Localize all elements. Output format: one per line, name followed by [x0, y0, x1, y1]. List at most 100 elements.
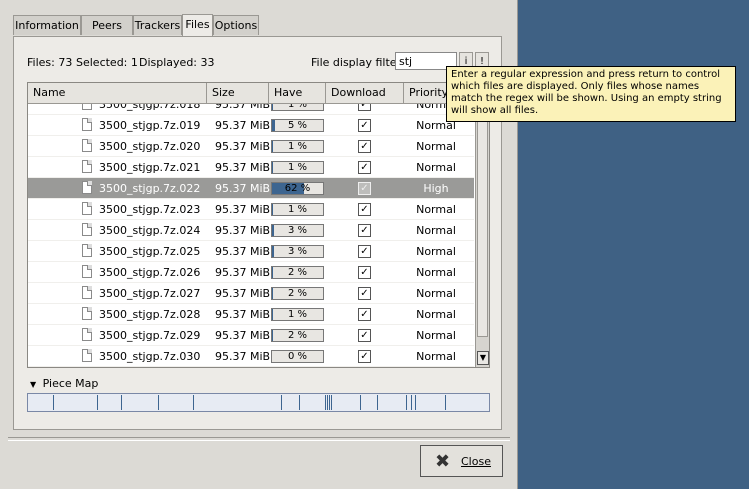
- file-size: 95.37 MiB: [215, 203, 271, 216]
- scroll-down-icon[interactable]: ▼: [477, 351, 489, 365]
- table-header: Name Size Have Download Priority: [28, 83, 474, 104]
- file-icon: [82, 307, 92, 320]
- have-progress-bar: 3 %: [271, 245, 324, 258]
- piece-mark: [329, 395, 330, 410]
- have-percent: 2 %: [287, 330, 308, 341]
- have-percent: 2 %: [287, 267, 308, 278]
- piece-mark: [97, 395, 98, 410]
- download-checkbox[interactable]: ✓: [358, 119, 371, 132]
- file-priority[interactable]: Normal: [406, 241, 466, 262]
- download-checkbox[interactable]: ✓: [358, 287, 371, 300]
- download-checkbox[interactable]: ✓: [358, 350, 371, 363]
- table-row[interactable]: 3500_stjgp.7z.026 95.37 MiB 2 % ✓ Normal: [28, 262, 474, 283]
- have-percent: 3 %: [287, 225, 308, 236]
- file-size: 95.37 MiB: [215, 104, 271, 111]
- table-row[interactable]: 3500_stjgp.7z.020 95.37 MiB 1 % ✓ Normal: [28, 136, 474, 157]
- close-icon: ✖: [435, 451, 451, 472]
- have-percent: 1 %: [287, 162, 308, 173]
- file-size: 95.37 MiB: [215, 161, 271, 174]
- piece-mark: [158, 395, 159, 410]
- download-checkbox[interactable]: ✓: [358, 161, 371, 174]
- close-label: Close: [461, 455, 491, 468]
- download-checkbox[interactable]: ✓: [358, 266, 371, 279]
- piece-mark: [325, 395, 326, 410]
- table-row[interactable]: 3500_stjgp.7z.028 95.37 MiB 1 % ✓ Normal: [28, 304, 474, 325]
- file-priority[interactable]: Normal: [406, 325, 466, 346]
- file-priority[interactable]: Normal: [406, 262, 466, 283]
- have-progress-bar: 1 %: [271, 140, 324, 153]
- scrollbar-thumb[interactable]: [477, 105, 488, 337]
- download-checkbox[interactable]: ✓: [358, 329, 371, 342]
- table-scrollbar[interactable]: ▼: [475, 83, 489, 367]
- piece-mark: [406, 395, 407, 410]
- tab-trackers[interactable]: Trackers: [133, 15, 182, 35]
- piece-mark: [53, 395, 54, 410]
- column-have[interactable]: Have: [269, 83, 326, 103]
- table-row[interactable]: 3500_stjgp.7z.027 95.37 MiB 2 % ✓ Normal: [28, 283, 474, 304]
- table-row[interactable]: 3500_stjgp.7z.022 95.37 MiB 62 % ✓ High: [28, 178, 474, 199]
- file-icon: [82, 244, 92, 257]
- table-row[interactable]: 3500_stjgp.7z.018 95.37 MiB 1 % ✓ Normal: [28, 104, 474, 115]
- have-progress-bar: 1 %: [271, 161, 324, 174]
- table-row[interactable]: 3500_stjgp.7z.019 95.37 MiB 5 % ✓ Normal: [28, 115, 474, 136]
- have-progress-bar: 0 %: [271, 350, 324, 363]
- have-percent: 2 %: [287, 288, 308, 299]
- download-checkbox[interactable]: ✓: [358, 308, 371, 321]
- file-icon: [82, 118, 92, 131]
- separator: [8, 437, 510, 441]
- column-name[interactable]: Name: [28, 83, 207, 103]
- file-icon: [82, 328, 92, 341]
- tab-options[interactable]: Options: [213, 15, 259, 35]
- piece-map-expander[interactable]: ▼ Piece Map: [30, 377, 98, 390]
- file-size: 95.37 MiB: [215, 182, 271, 195]
- tab-peers[interactable]: Peers: [81, 15, 133, 35]
- piece-mark: [411, 395, 412, 410]
- file-priority[interactable]: Normal: [406, 157, 466, 178]
- table-row[interactable]: 3500_stjgp.7z.024 95.37 MiB 3 % ✓ Normal: [28, 220, 474, 241]
- table-row[interactable]: 3500_stjgp.7z.029 95.37 MiB 2 % ✓ Normal: [28, 325, 474, 346]
- table-row[interactable]: 3500_stjgp.7z.030 95.37 MiB 0 % ✓ Normal: [28, 346, 474, 367]
- file-name: 3500_stjgp.7z.020: [99, 140, 201, 153]
- file-priority[interactable]: Normal: [406, 283, 466, 304]
- column-download[interactable]: Download: [326, 83, 404, 103]
- file-icon: [82, 104, 92, 110]
- download-checkbox[interactable]: ✓: [358, 224, 371, 237]
- file-name: 3500_stjgp.7z.027: [99, 287, 201, 300]
- piece-mark: [377, 395, 378, 410]
- file-name: 3500_stjgp.7z.029: [99, 329, 201, 342]
- download-checkbox[interactable]: ✓: [358, 182, 371, 195]
- tab-information[interactable]: Information: [13, 15, 81, 35]
- file-name: 3500_stjgp.7z.026: [99, 266, 201, 279]
- tab-files[interactable]: Files: [182, 14, 213, 36]
- file-priority[interactable]: Normal: [406, 304, 466, 325]
- download-checkbox[interactable]: ✓: [358, 104, 371, 111]
- piece-mark: [121, 395, 122, 410]
- download-checkbox[interactable]: ✓: [358, 203, 371, 216]
- filter-tooltip: Enter a regular expression and press ret…: [446, 66, 736, 122]
- piece-mark: [193, 395, 194, 410]
- file-priority[interactable]: Normal: [406, 136, 466, 157]
- file-size: 95.37 MiB: [215, 245, 271, 258]
- piece-mark: [327, 395, 328, 410]
- close-button[interactable]: ✖ Close: [420, 445, 503, 477]
- table-row[interactable]: 3500_stjgp.7z.023 95.37 MiB 1 % ✓ Normal: [28, 199, 474, 220]
- download-checkbox[interactable]: ✓: [358, 140, 371, 153]
- file-icon: [82, 265, 92, 278]
- column-size[interactable]: Size: [207, 83, 269, 103]
- table-row[interactable]: 3500_stjgp.7z.021 95.37 MiB 1 % ✓ Normal: [28, 157, 474, 178]
- table-row[interactable]: 3500_stjgp.7z.025 95.37 MiB 3 % ✓ Normal: [28, 241, 474, 262]
- have-progress-bar: 2 %: [271, 329, 324, 342]
- have-progress-bar: 1 %: [271, 203, 324, 216]
- file-priority[interactable]: Normal: [406, 199, 466, 220]
- file-priority[interactable]: Normal: [406, 346, 466, 367]
- file-name: 3500_stjgp.7z.022: [99, 182, 201, 195]
- piece-map-label: Piece Map: [42, 377, 99, 390]
- have-progress-bar: 2 %: [271, 287, 324, 300]
- have-percent: 1 %: [287, 141, 308, 152]
- file-priority[interactable]: Normal: [406, 220, 466, 241]
- file-size: 95.37 MiB: [215, 308, 271, 321]
- file-icon: [82, 181, 92, 194]
- file-priority[interactable]: High: [406, 178, 466, 199]
- file-name: 3500_stjgp.7z.024: [99, 224, 201, 237]
- download-checkbox[interactable]: ✓: [358, 245, 371, 258]
